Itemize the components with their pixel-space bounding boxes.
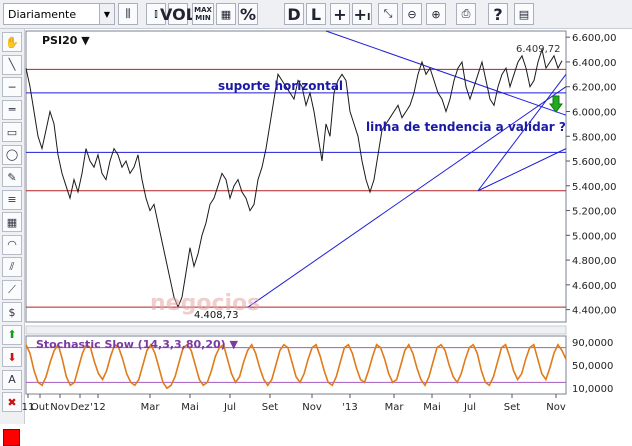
x-tick-label: Set (504, 402, 521, 413)
stoch-tick-label: 10,0000 (572, 384, 613, 395)
stoch-tick-label: 50,0000 (572, 361, 613, 372)
x-tick-label: Mai (423, 402, 441, 413)
chart-area: 6.600,00 6.400,00 6.200,00 6.000,00 5.800,00… (22, 30, 617, 413)
x-tick-label: Mar (385, 402, 405, 413)
x-tick-label: Mai (181, 402, 199, 413)
current-value-label: 6.409,72 (516, 44, 561, 55)
y-tick-label: 6.000,00 (572, 107, 617, 118)
panel-splitter (25, 325, 567, 335)
stochastic-title: Stochastic Slow (14,3,3,80,20) ▼ (36, 338, 239, 351)
x-tick-label: Out (31, 402, 49, 413)
y-tick-label: 5.200,00 (572, 207, 617, 218)
y-tick-label: 5.400,00 (572, 182, 617, 193)
x-tick-label: Nov (302, 402, 322, 413)
y-tick-label: 6.600,00 (572, 33, 617, 44)
support-annotation: suporte horizontal (218, 79, 343, 93)
y-tick-label: 6.200,00 (572, 83, 617, 94)
x-tick-label: Dez (70, 402, 89, 413)
y-tick-label: 4.400,00 (572, 306, 617, 317)
x-tick-label: Nov (546, 402, 566, 413)
x-tick-label: Nov (50, 402, 70, 413)
y-tick-label: 4.800,00 (572, 256, 617, 267)
x-tick-label: Jul (223, 402, 236, 413)
x-tick-label: '13 (342, 402, 357, 413)
ticker-label: PSI20 ▼ (42, 34, 90, 47)
y-tick-label: 5.600,00 (572, 157, 617, 168)
stoch-tick-label: 90,0000 (572, 338, 613, 349)
y-tick-label: 6.400,00 (572, 58, 617, 69)
x-tick-label: Set (262, 402, 279, 413)
x-tick-label: '12 (90, 402, 105, 413)
x-tick-label: Mar (141, 402, 161, 413)
y-tick-label: 5.000,00 (572, 231, 617, 242)
x-tick-label: Jul (463, 402, 476, 413)
y-tick-label: 5.800,00 (572, 132, 617, 143)
trend-annotation: linha de tendencia a validar ? (366, 120, 566, 134)
color-picker-button[interactable] (3, 429, 20, 446)
min-value-label: 4.408,73 (194, 310, 239, 321)
y-tick-label: 4.600,00 (572, 281, 617, 292)
